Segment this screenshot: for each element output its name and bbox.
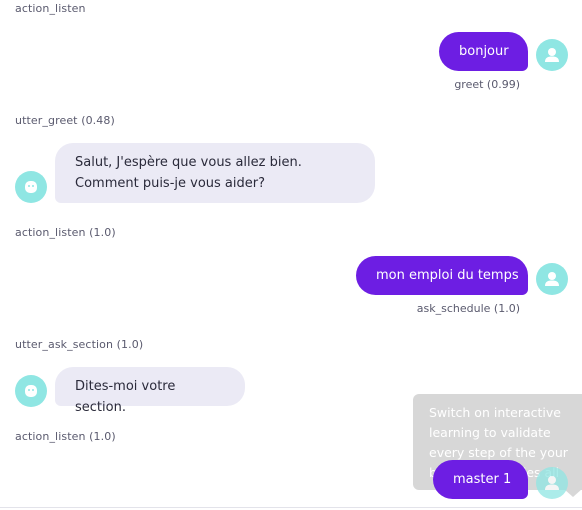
bot-avatar — [15, 171, 47, 203]
action-label: action_listen (1.0) — [15, 430, 116, 443]
user-avatar — [536, 39, 568, 71]
user-message-bubble: bonjour — [439, 32, 528, 71]
bot-avatar — [15, 375, 47, 407]
bot-face-icon — [25, 181, 37, 193]
action-label: utter_greet (0.48) — [15, 114, 115, 127]
action-label: utter_ask_section (1.0) — [15, 338, 144, 351]
intent-label: ask_schedule (1.0) — [416, 302, 520, 315]
user-avatar — [536, 263, 568, 295]
action-label: action_listen (1.0) — [15, 226, 116, 239]
divider — [0, 507, 582, 508]
bot-face-icon — [25, 385, 37, 397]
user-message-bubble: master 1 — [433, 460, 528, 499]
user-message-bubble: mon emploi du temps — [356, 256, 528, 295]
user-icon — [545, 272, 559, 286]
bot-message-bubble: Salut, J'espère que vous allez bien. Com… — [55, 143, 375, 203]
intent-label: greet (0.99) — [454, 78, 520, 91]
user-icon — [545, 48, 559, 62]
user-icon — [545, 476, 559, 490]
action-label: action_listen — [15, 2, 86, 15]
bot-message-bubble: Dites-moi votre section. — [55, 367, 245, 415]
user-avatar — [536, 467, 568, 499]
